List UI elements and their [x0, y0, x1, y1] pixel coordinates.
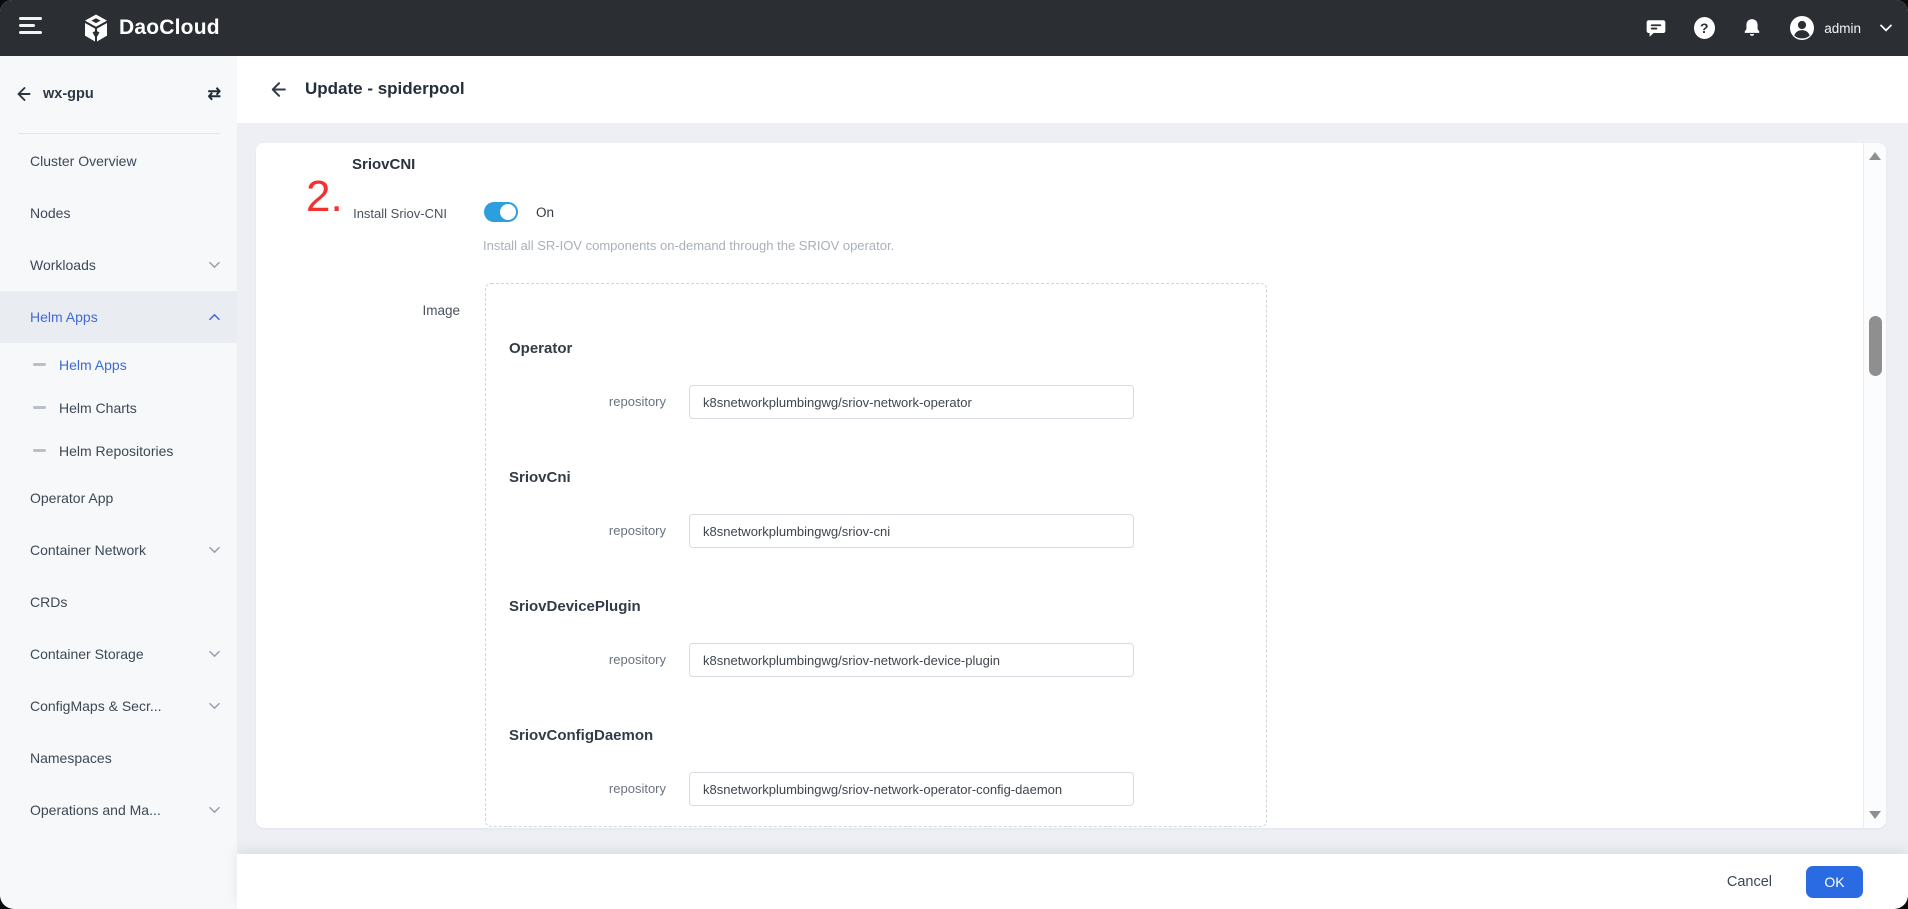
repository-input-operator[interactable]	[689, 385, 1134, 419]
app-window: DaoCloud ?	[0, 0, 1908, 909]
page-title: Update - spiderpool	[305, 79, 465, 99]
section-title: SriovCNI	[352, 156, 415, 173]
switch-cluster-icon[interactable]: ⇄	[208, 84, 221, 104]
sidebar-subitem-helm-apps[interactable]: Helm Apps	[0, 343, 237, 386]
page-header: Update - spiderpool	[237, 56, 1908, 123]
sidebar-item-container-storage[interactable]: Container Storage	[0, 628, 237, 680]
back-icon[interactable]	[267, 79, 288, 100]
scrollbar-thumb[interactable]	[1869, 316, 1882, 376]
repository-label: repository	[486, 652, 666, 667]
sidebar-item-workloads[interactable]: Workloads	[0, 239, 237, 291]
page-body: SriovCNI 2. Install Sriov-CNI On Install…	[237, 123, 1908, 854]
sidebar-item-nodes[interactable]: Nodes	[0, 187, 237, 239]
toggle-state-label: On	[536, 205, 554, 220]
install-sriov-cni-label: Install Sriov-CNI	[256, 206, 447, 221]
sidebar-item-cluster-overview[interactable]: Cluster Overview	[0, 135, 237, 187]
annotation-step-2: 2.	[306, 175, 343, 219]
repository-input-sriovdeviceplugin[interactable]	[689, 643, 1134, 677]
daocloud-logo-icon	[82, 13, 110, 43]
sidebar-item-operations-and-ma[interactable]: Operations and Ma...	[0, 784, 237, 836]
cluster-name: wx-gpu	[43, 86, 94, 102]
image-group-title-operator: Operator	[509, 340, 572, 357]
image-field-label: Image	[256, 303, 460, 318]
sidebar-item-namespaces[interactable]: Namespaces	[0, 732, 237, 784]
cancel-button[interactable]: Cancel	[1721, 873, 1778, 891]
sidebar-item-container-network[interactable]: Container Network	[0, 524, 237, 576]
image-group-row: repository	[486, 385, 1266, 419]
sidebar-item-configmaps-secr[interactable]: ConfigMaps & Secr...	[0, 680, 237, 732]
image-group-box: Operator repository SriovCni repository Srio…	[485, 283, 1267, 827]
repository-label: repository	[486, 781, 666, 796]
cluster-selector-row: wx-gpu ⇄	[0, 56, 237, 133]
ok-button[interactable]: OK	[1806, 866, 1863, 898]
back-icon[interactable]	[13, 84, 33, 104]
menu-hamburger-icon[interactable]	[19, 17, 43, 39]
chevron-down-icon	[209, 806, 220, 814]
scroll-up-icon[interactable]	[1869, 152, 1881, 160]
card-scrollbar[interactable]	[1863, 143, 1886, 828]
user-menu[interactable]: admin	[1789, 15, 1892, 41]
image-group-row: repository	[486, 643, 1266, 677]
chevron-down-icon	[209, 650, 220, 658]
notification-bell-icon[interactable]	[1741, 17, 1763, 39]
repository-input-sriovconfigdaemon[interactable]	[689, 772, 1134, 806]
message-icon[interactable]	[1645, 17, 1667, 39]
sidebar-item-operator-app[interactable]: Operator App	[0, 472, 237, 524]
top-bar: DaoCloud ?	[0, 0, 1908, 56]
dash-icon	[33, 363, 46, 365]
dash-icon	[33, 449, 46, 451]
repository-input-sriovcni[interactable]	[689, 514, 1134, 548]
image-group-row: repository	[486, 772, 1266, 806]
avatar	[1789, 15, 1815, 41]
chevron-down-icon	[209, 702, 220, 710]
sidebar-item-crds[interactable]: CRDs	[0, 576, 237, 628]
install-help-text: Install all SR-IOV components on-demand …	[483, 238, 894, 253]
sidebar-nav: Cluster OverviewNodesWorkloads Helm Apps…	[0, 135, 237, 836]
repository-label: repository	[486, 523, 666, 538]
brand-name: DaoCloud	[119, 16, 220, 40]
sidebar-subitem-helm-repositories[interactable]: Helm Repositories	[0, 429, 237, 472]
user-name: admin	[1824, 21, 1861, 36]
scroll-down-icon[interactable]	[1869, 811, 1881, 819]
image-group-title-sriovcni: SriovCni	[509, 469, 571, 486]
footer-action-bar: Cancel OK	[237, 854, 1908, 909]
form-card: SriovCNI 2. Install Sriov-CNI On Install…	[256, 143, 1886, 828]
dash-icon	[33, 406, 46, 408]
brand: DaoCloud	[82, 0, 220, 56]
chevron-up-icon	[209, 313, 220, 321]
sidebar-subitem-helm-charts[interactable]: Helm Charts	[0, 386, 237, 429]
chevron-down-icon	[209, 261, 220, 269]
repository-label: repository	[486, 394, 666, 409]
image-group-title-sriovconfigdaemon: SriovConfigDaemon	[509, 727, 653, 744]
help-icon[interactable]: ?	[1693, 17, 1715, 39]
image-group-title-sriovdeviceplugin: SriovDevicePlugin	[509, 598, 641, 615]
image-group-row: repository	[486, 514, 1266, 548]
sidebar-item-helm-apps[interactable]: Helm Apps	[0, 291, 237, 343]
chevron-down-icon	[1880, 24, 1892, 32]
chevron-down-icon	[209, 546, 220, 554]
sidebar-divider	[18, 133, 220, 134]
install-sriov-cni-toggle[interactable]	[484, 202, 518, 222]
sidebar: wx-gpu ⇄ Cluster OverviewNodesWorkloads …	[0, 56, 237, 909]
